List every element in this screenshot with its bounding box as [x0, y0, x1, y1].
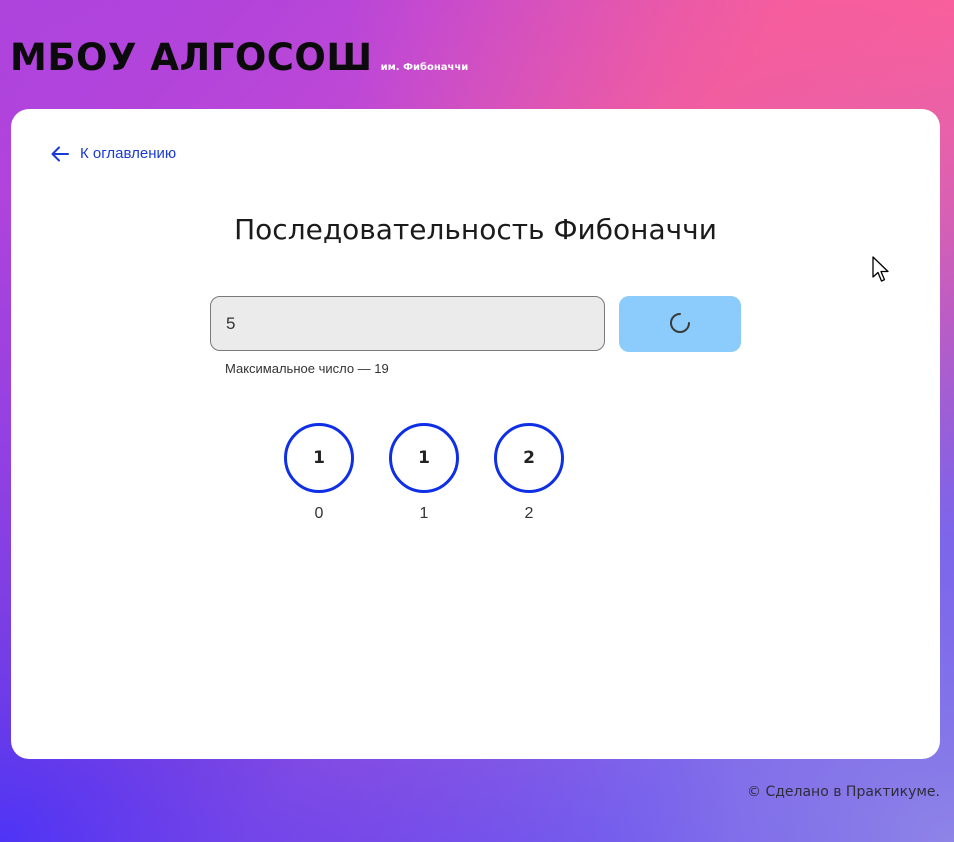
sequence-item: 2 2 — [491, 423, 567, 523]
main-card: К оглавлению Последовательность Фибоначч… — [11, 109, 940, 759]
arrow-left-icon — [51, 146, 69, 162]
input-hint: Максимальное число — 19 — [225, 361, 389, 376]
sequence-index: 1 — [419, 505, 429, 522]
site-logo: МБОУ АЛГОСОШ — [10, 36, 373, 79]
spinner-icon — [669, 312, 691, 337]
sequence-index: 2 — [524, 505, 534, 522]
number-input[interactable] — [210, 296, 605, 351]
site-header: МБОУ АЛГОСОШ им. Фибоначчи — [10, 36, 468, 79]
sequence-item: 1 1 — [386, 423, 462, 523]
sequence-index: 0 — [314, 505, 324, 522]
sequence-circle: 1 — [389, 423, 459, 493]
back-link-label: К оглавлению — [80, 145, 177, 162]
sequence-circle: 2 — [494, 423, 564, 493]
back-link[interactable]: К оглавлению — [51, 145, 176, 162]
mouse-cursor-icon — [872, 256, 892, 288]
calculate-button[interactable] — [619, 296, 741, 352]
site-subtitle: им. Фибоначчи — [380, 62, 469, 73]
sequence-circle: 1 — [284, 423, 354, 493]
footer-credit: © Сделано в Практикуме. — [747, 784, 940, 800]
page-title: Последовательность Фибоначчи — [234, 213, 717, 246]
sequence-item: 1 0 — [281, 423, 357, 523]
